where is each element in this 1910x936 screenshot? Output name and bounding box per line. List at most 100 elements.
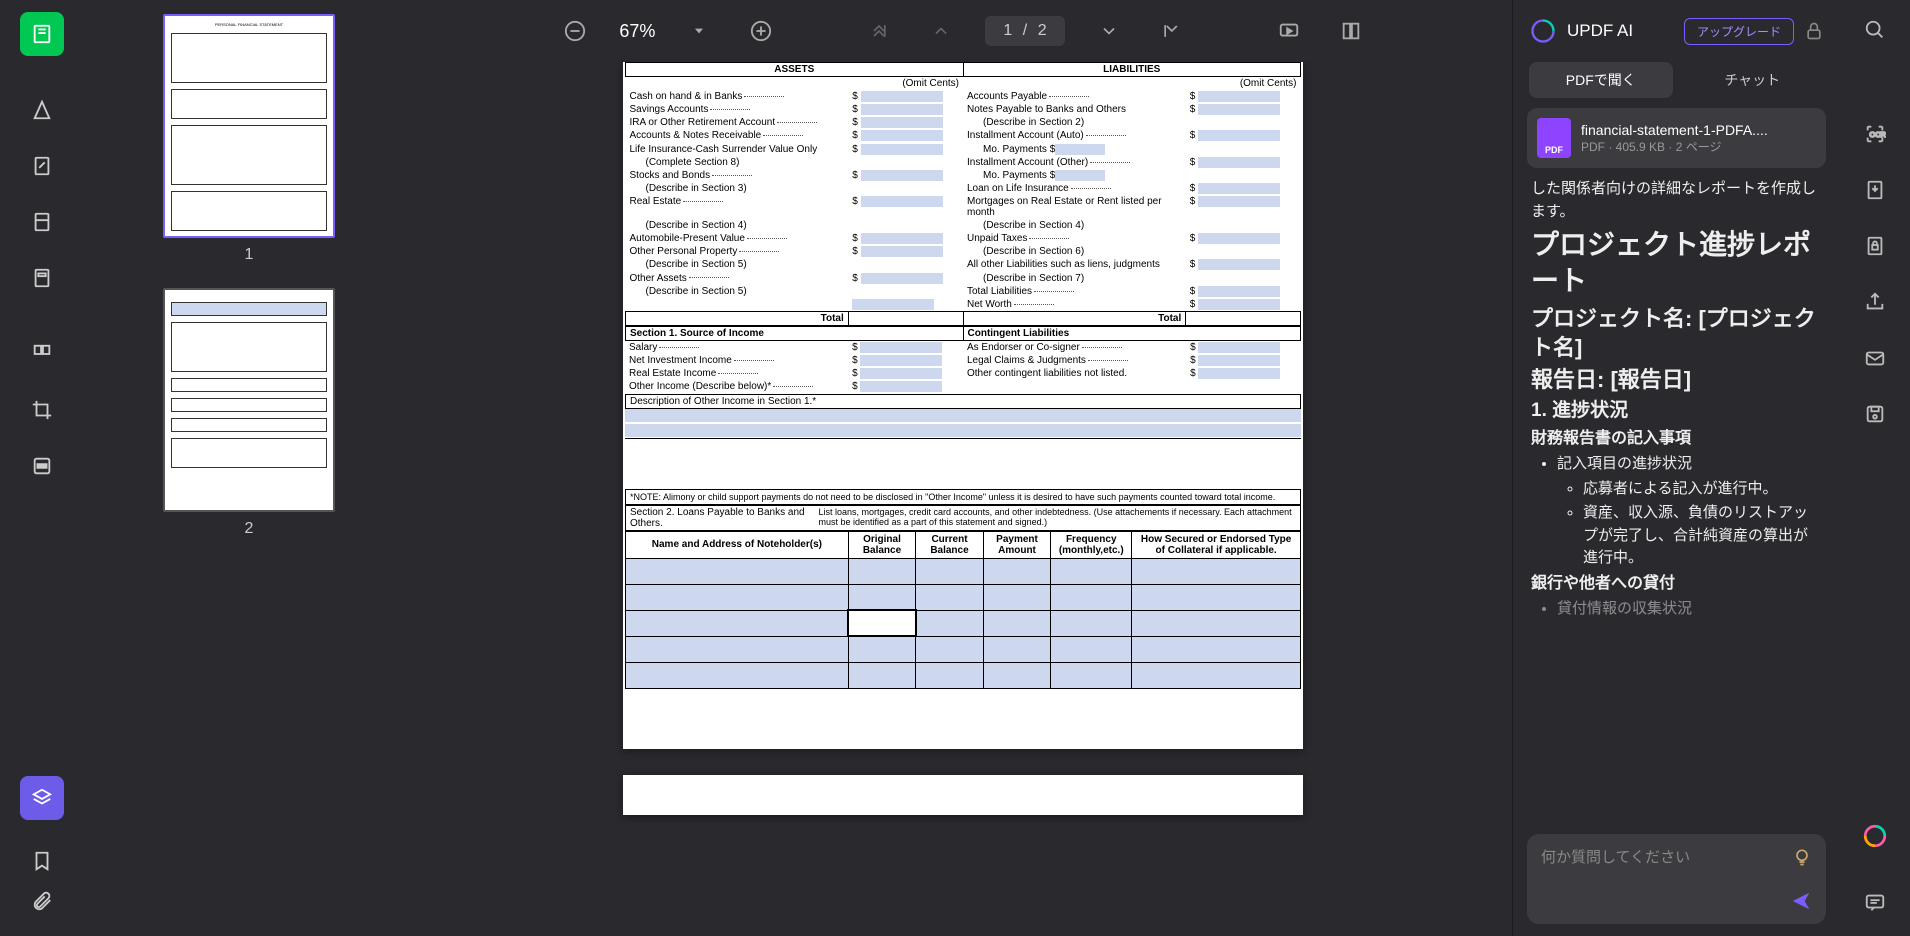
zoom-dropdown[interactable] xyxy=(681,13,717,49)
zoom-in-button[interactable] xyxy=(743,13,779,49)
thumbnail-page-1[interactable]: PERSONAL FINANCIAL STATEMENT xyxy=(163,14,335,238)
pdf-page-1: ASSETSLIABILITIES (Omit Cents)(Omit Cent… xyxy=(623,62,1303,749)
pages-icon xyxy=(31,211,53,233)
thumbnail-page-2[interactable] xyxy=(163,288,335,512)
layers-tool[interactable] xyxy=(20,776,64,820)
chevron-down-icon xyxy=(1099,21,1119,41)
chevron-up-icon xyxy=(931,21,951,41)
ai-tabs: PDFで聞く チャット xyxy=(1513,62,1840,98)
ai-subsection-b: 銀行や他者への貸付 xyxy=(1531,572,1822,596)
comment-icon xyxy=(1864,891,1886,913)
ai-h1: プロジェクト進捗レポート xyxy=(1531,227,1822,300)
send-button[interactable] xyxy=(1790,890,1812,912)
view-mode-icon xyxy=(1340,20,1362,42)
svg-text:OCR: OCR xyxy=(1870,130,1886,139)
ai-panel-title: UPDF AI xyxy=(1567,21,1633,41)
search-icon xyxy=(1864,19,1886,41)
last-page-button[interactable] xyxy=(1153,13,1189,49)
email-button[interactable] xyxy=(1861,344,1889,372)
ai-file-name: financial-statement-1-PDFA.... xyxy=(1581,122,1816,138)
comment-button[interactable] xyxy=(1861,888,1889,916)
chevron-down-icon xyxy=(692,24,706,38)
first-page-button[interactable] xyxy=(861,13,897,49)
next-page-button[interactable] xyxy=(1091,13,1127,49)
ai-response-content[interactable]: した関係者向けの詳細なレポートを作成します。 プロジェクト進捗レポート プロジェ… xyxy=(1513,178,1840,824)
view-mode-button[interactable] xyxy=(1333,13,1369,49)
updf-ai-logo-icon xyxy=(1529,17,1557,45)
ai-report-date: 報告日: [報告日] xyxy=(1531,365,1822,395)
email-icon xyxy=(1864,347,1886,369)
organize-tool[interactable] xyxy=(20,332,64,376)
reader-tool[interactable] xyxy=(20,12,64,56)
ai-li-1: 記入項目の進捗状況 xyxy=(1557,453,1822,476)
crop-tool[interactable] xyxy=(20,388,64,432)
right-toolbar: OCR xyxy=(1840,0,1910,936)
layers-icon xyxy=(31,787,53,809)
total-pages: 2 xyxy=(1038,22,1047,39)
annotate-tool[interactable] xyxy=(20,88,64,132)
zoom-out-button[interactable] xyxy=(557,13,593,49)
zoom-level: 67% xyxy=(619,21,655,42)
updf-logo-button[interactable] xyxy=(1861,822,1889,850)
presentation-button[interactable] xyxy=(1271,13,1307,49)
ai-input-area[interactable]: 何か質問してください xyxy=(1527,834,1826,924)
ai-subsection-a: 財務報告書の記入事項 xyxy=(1531,427,1822,451)
prev-page-button[interactable] xyxy=(923,13,959,49)
search-button[interactable] xyxy=(1861,16,1889,44)
ai-header: UPDF AI アップグレード xyxy=(1513,0,1840,62)
lock-icon[interactable] xyxy=(1804,21,1824,41)
page-edit-icon xyxy=(31,155,53,177)
convert-button[interactable] xyxy=(1861,176,1889,204)
shield-lock-icon xyxy=(1864,235,1886,257)
ai-li-1b: 資産、収入源、負債のリストアップが完了し、合計純資産の算出が進行中。 xyxy=(1583,502,1822,570)
ai-li-1a: 応募者による記入が進行中。 xyxy=(1583,478,1822,501)
plus-icon xyxy=(750,20,772,42)
convert-icon xyxy=(1864,179,1886,201)
upgrade-button[interactable]: アップグレード xyxy=(1684,18,1794,45)
tab-chat[interactable]: チャット xyxy=(1681,62,1825,98)
pages-tool[interactable] xyxy=(20,200,64,244)
organize-icon xyxy=(31,343,53,365)
ai-panel: UPDF AI アップグレード PDFで聞く チャット PDF financia… xyxy=(1512,0,1840,936)
presentation-icon xyxy=(1278,20,1300,42)
paperclip-icon xyxy=(31,890,53,912)
last-page-icon xyxy=(1161,21,1181,41)
form-icon xyxy=(31,267,53,289)
lightbulb-icon[interactable] xyxy=(1792,847,1812,867)
pdf-file-icon: PDF xyxy=(1537,118,1571,158)
ocr-button[interactable]: OCR xyxy=(1861,120,1889,148)
book-icon xyxy=(31,23,53,45)
center-area: 67% 1 / 2 ASSETSLIABILITIES (Omit Cents)… xyxy=(414,0,1512,936)
share-button[interactable] xyxy=(1861,288,1889,316)
protect-button[interactable] xyxy=(1861,232,1889,260)
form-tool[interactable] xyxy=(20,256,64,300)
top-toolbar: 67% 1 / 2 xyxy=(414,0,1512,62)
current-page: 1 xyxy=(1003,22,1012,39)
document-viewport[interactable]: ASSETSLIABILITIES (Omit Cents)(Omit Cent… xyxy=(414,62,1512,936)
redact-tool[interactable] xyxy=(20,444,64,488)
page-indicator[interactable]: 1 / 2 xyxy=(985,16,1064,46)
save-button[interactable] xyxy=(1861,400,1889,428)
thumbnail-label-1: 1 xyxy=(108,246,390,264)
left-toolbar xyxy=(0,0,84,936)
bookmark-tool[interactable] xyxy=(31,850,53,872)
share-icon xyxy=(1864,291,1886,313)
save-icon xyxy=(1864,403,1886,425)
updf-logo-icon xyxy=(1862,823,1888,849)
pencil-icon xyxy=(31,99,53,121)
ocr-icon: OCR xyxy=(1864,123,1886,145)
attachment-tool[interactable] xyxy=(31,890,53,912)
crop-icon xyxy=(31,399,53,421)
thumbnail-label-2: 2 xyxy=(108,520,390,538)
ai-pre-text: した関係者向けの詳細なレポートを作成します。 xyxy=(1531,178,1822,223)
ai-file-card[interactable]: PDF financial-statement-1-PDFA.... PDF ·… xyxy=(1527,108,1826,168)
tab-pdf-ask[interactable]: PDFで聞く xyxy=(1529,62,1673,98)
ai-input-placeholder: 何か質問してください xyxy=(1541,846,1792,867)
ai-li-2: 貸付情報の収集状況 xyxy=(1557,598,1822,621)
first-page-icon xyxy=(869,21,889,41)
edit-tool[interactable] xyxy=(20,144,64,188)
thumbnail-panel: PERSONAL FINANCIAL STATEMENT 1 2 xyxy=(84,0,414,936)
ai-project-name: プロジェクト名: [プロジェクト名] xyxy=(1531,304,1822,363)
ai-file-meta: PDF · 405.9 KB · 2 ページ xyxy=(1581,138,1816,155)
redact-icon xyxy=(31,455,53,477)
